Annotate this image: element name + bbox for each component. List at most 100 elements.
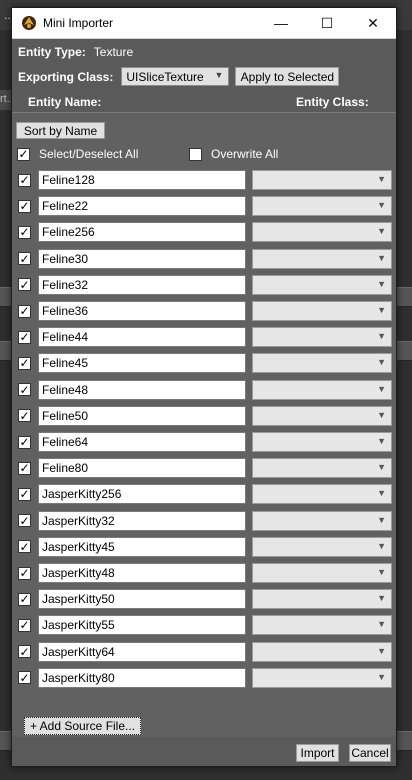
entity-name-field[interactable]: Feline50	[38, 405, 246, 426]
entity-name-field[interactable]: Feline30	[38, 248, 246, 269]
entity-checkbox[interactable]: ✓	[18, 461, 31, 475]
entity-name-field[interactable]: JasperKitty48	[38, 563, 246, 583]
entity-checkbox[interactable]: ✓	[18, 645, 31, 659]
sort-by-name-button[interactable]: Sort by Name	[16, 122, 105, 139]
entity-checkbox[interactable]: ✓	[18, 277, 31, 292]
checkmark-icon: ✓	[19, 199, 30, 214]
chevron-down-icon: ▼	[377, 671, 386, 682]
entity-class-select[interactable]: ▼	[252, 222, 392, 243]
select-all-label[interactable]: Select/Deselect All	[39, 147, 138, 161]
entity-row: ✓ JasperKitty48 ▼	[17, 562, 393, 584]
entity-class-select[interactable]: ▼	[252, 615, 392, 636]
entity-class-select[interactable]: ▼	[252, 196, 392, 217]
close-button[interactable]: ✕	[350, 8, 396, 39]
entity-checkbox[interactable]: ✓	[18, 383, 31, 397]
maximize-button[interactable]: ☐	[304, 8, 350, 39]
entity-checkbox[interactable]: ✓	[18, 487, 31, 501]
entity-class-select[interactable]: ▼	[252, 484, 392, 505]
entity-name-field[interactable]: JasperKitty256	[38, 484, 246, 505]
entity-row: ✓ Feline45 ▼	[17, 352, 393, 374]
window-title: Mini Importer	[43, 16, 114, 30]
entity-class-select[interactable]: ▼	[252, 170, 392, 190]
exporting-class-select[interactable]: UISliceTexture ▼	[121, 67, 230, 86]
entity-class-select[interactable]: ▼	[252, 327, 392, 348]
chevron-down-icon: ▼	[377, 305, 386, 315]
entity-class-select[interactable]: ▼	[252, 563, 392, 583]
entity-checkbox[interactable]: ✓	[18, 618, 31, 632]
overwrite-all-label[interactable]: Overwrite All	[211, 147, 278, 161]
entity-row: ✓ Feline22 ▼	[17, 195, 393, 217]
import-button[interactable]: Import	[296, 744, 339, 762]
entity-checkbox[interactable]: ✓	[18, 173, 31, 187]
entity-class-select[interactable]: ▼	[252, 458, 392, 479]
entity-row: ✓ Feline128 ▼	[17, 169, 393, 191]
entity-row: ✓ JasperKitty55 ▼	[17, 614, 393, 636]
minimize-button[interactable]: —	[258, 8, 304, 39]
entity-checkbox[interactable]: ✓	[18, 304, 31, 318]
entity-row: ✓ Feline50 ▼	[17, 405, 393, 427]
entity-class-select[interactable]: ▼	[252, 248, 392, 269]
chevron-down-icon: ▼	[377, 357, 386, 368]
entity-checkbox[interactable]: ✓	[18, 356, 31, 370]
entity-checkbox[interactable]: ✓	[18, 409, 31, 423]
entity-name-field[interactable]: JasperKitty55	[38, 615, 246, 636]
entity-class-select[interactable]: ▼	[252, 432, 392, 452]
entity-class-select[interactable]: ▼	[252, 536, 392, 557]
entity-class-select[interactable]: ▼	[252, 589, 392, 610]
entity-row: ✓ JasperKitty45 ▼	[17, 536, 393, 558]
checkmark-icon: ✓	[19, 277, 30, 292]
entity-checkbox[interactable]: ✓	[18, 671, 31, 685]
entity-name-field[interactable]: Feline22	[38, 196, 246, 217]
entity-class-select[interactable]: ▼	[252, 641, 392, 662]
entity-class-select[interactable]: ▼	[252, 667, 392, 688]
chevron-down-icon: ▼	[377, 436, 386, 446]
entity-checkbox[interactable]: ✓	[18, 330, 31, 344]
entity-checkbox[interactable]: ✓	[18, 592, 31, 606]
chevron-down-icon: ▼	[377, 331, 386, 342]
entity-name-field[interactable]: Feline64	[38, 432, 246, 452]
entity-name-field[interactable]: Feline48	[38, 379, 246, 400]
entity-class-select[interactable]: ▼	[252, 405, 392, 426]
entity-name-field[interactable]: Feline44	[38, 327, 246, 348]
checkmark-icon: ✓	[19, 304, 30, 318]
entity-class-select[interactable]: ▼	[252, 510, 392, 531]
entity-name-field[interactable]: JasperKitty64	[38, 641, 246, 662]
entity-checkbox[interactable]: ✓	[18, 199, 31, 214]
entity-name-field[interactable]: Feline256	[38, 222, 246, 243]
chevron-down-icon: ▼	[377, 488, 386, 499]
entity-checkbox[interactable]: ✓	[18, 513, 31, 528]
entity-name-field[interactable]: Feline32	[38, 274, 246, 295]
entity-name-field[interactable]: JasperKitty45	[38, 536, 246, 557]
entity-row: ✓ Feline64 ▼	[17, 431, 393, 453]
chevron-down-icon: ▼	[214, 70, 224, 80]
title-bar[interactable]: Mini Importer — ☐ ✕	[12, 8, 396, 39]
entity-class-select[interactable]: ▼	[252, 301, 392, 321]
entity-class-select[interactable]: ▼	[252, 379, 392, 400]
entity-class-select[interactable]: ▼	[252, 274, 392, 295]
apply-to-selected-button[interactable]: Apply to Selected	[235, 67, 340, 86]
entity-row: ✓ Feline30 ▼	[17, 248, 393, 270]
entity-checkbox[interactable]: ✓	[18, 225, 31, 239]
checkmark-icon: ✓	[19, 251, 30, 266]
cancel-button[interactable]: Cancel	[349, 744, 391, 762]
chevron-down-icon: ▼	[377, 540, 386, 551]
entity-checkbox[interactable]: ✓	[18, 435, 31, 449]
select-all-checkbox[interactable]: ✓	[17, 147, 30, 161]
checkmark-icon: ✓	[19, 513, 30, 528]
add-source-file-button[interactable]: + Add Source File...	[24, 717, 141, 735]
entity-name-field[interactable]: JasperKitty50	[38, 589, 246, 610]
entity-name-field[interactable]: Feline80	[38, 458, 246, 479]
overwrite-all-checkbox[interactable]	[189, 147, 202, 161]
app-logo-icon	[21, 15, 37, 31]
entity-name-field[interactable]: JasperKitty80	[38, 667, 246, 688]
entity-checkbox[interactable]: ✓	[18, 251, 31, 266]
entity-checkbox[interactable]: ✓	[18, 566, 31, 580]
entity-name-field[interactable]: Feline128	[38, 170, 246, 190]
entity-name-field[interactable]: Feline45	[38, 353, 246, 374]
chevron-down-icon: ▼	[377, 409, 386, 420]
entity-name-field[interactable]: JasperKitty32	[38, 510, 246, 531]
entity-checkbox[interactable]: ✓	[18, 540, 31, 554]
entity-name-field[interactable]: Feline36	[38, 301, 246, 321]
entity-class-select[interactable]: ▼	[252, 353, 392, 374]
exporting-class-value: UISliceTexture	[126, 69, 204, 84]
